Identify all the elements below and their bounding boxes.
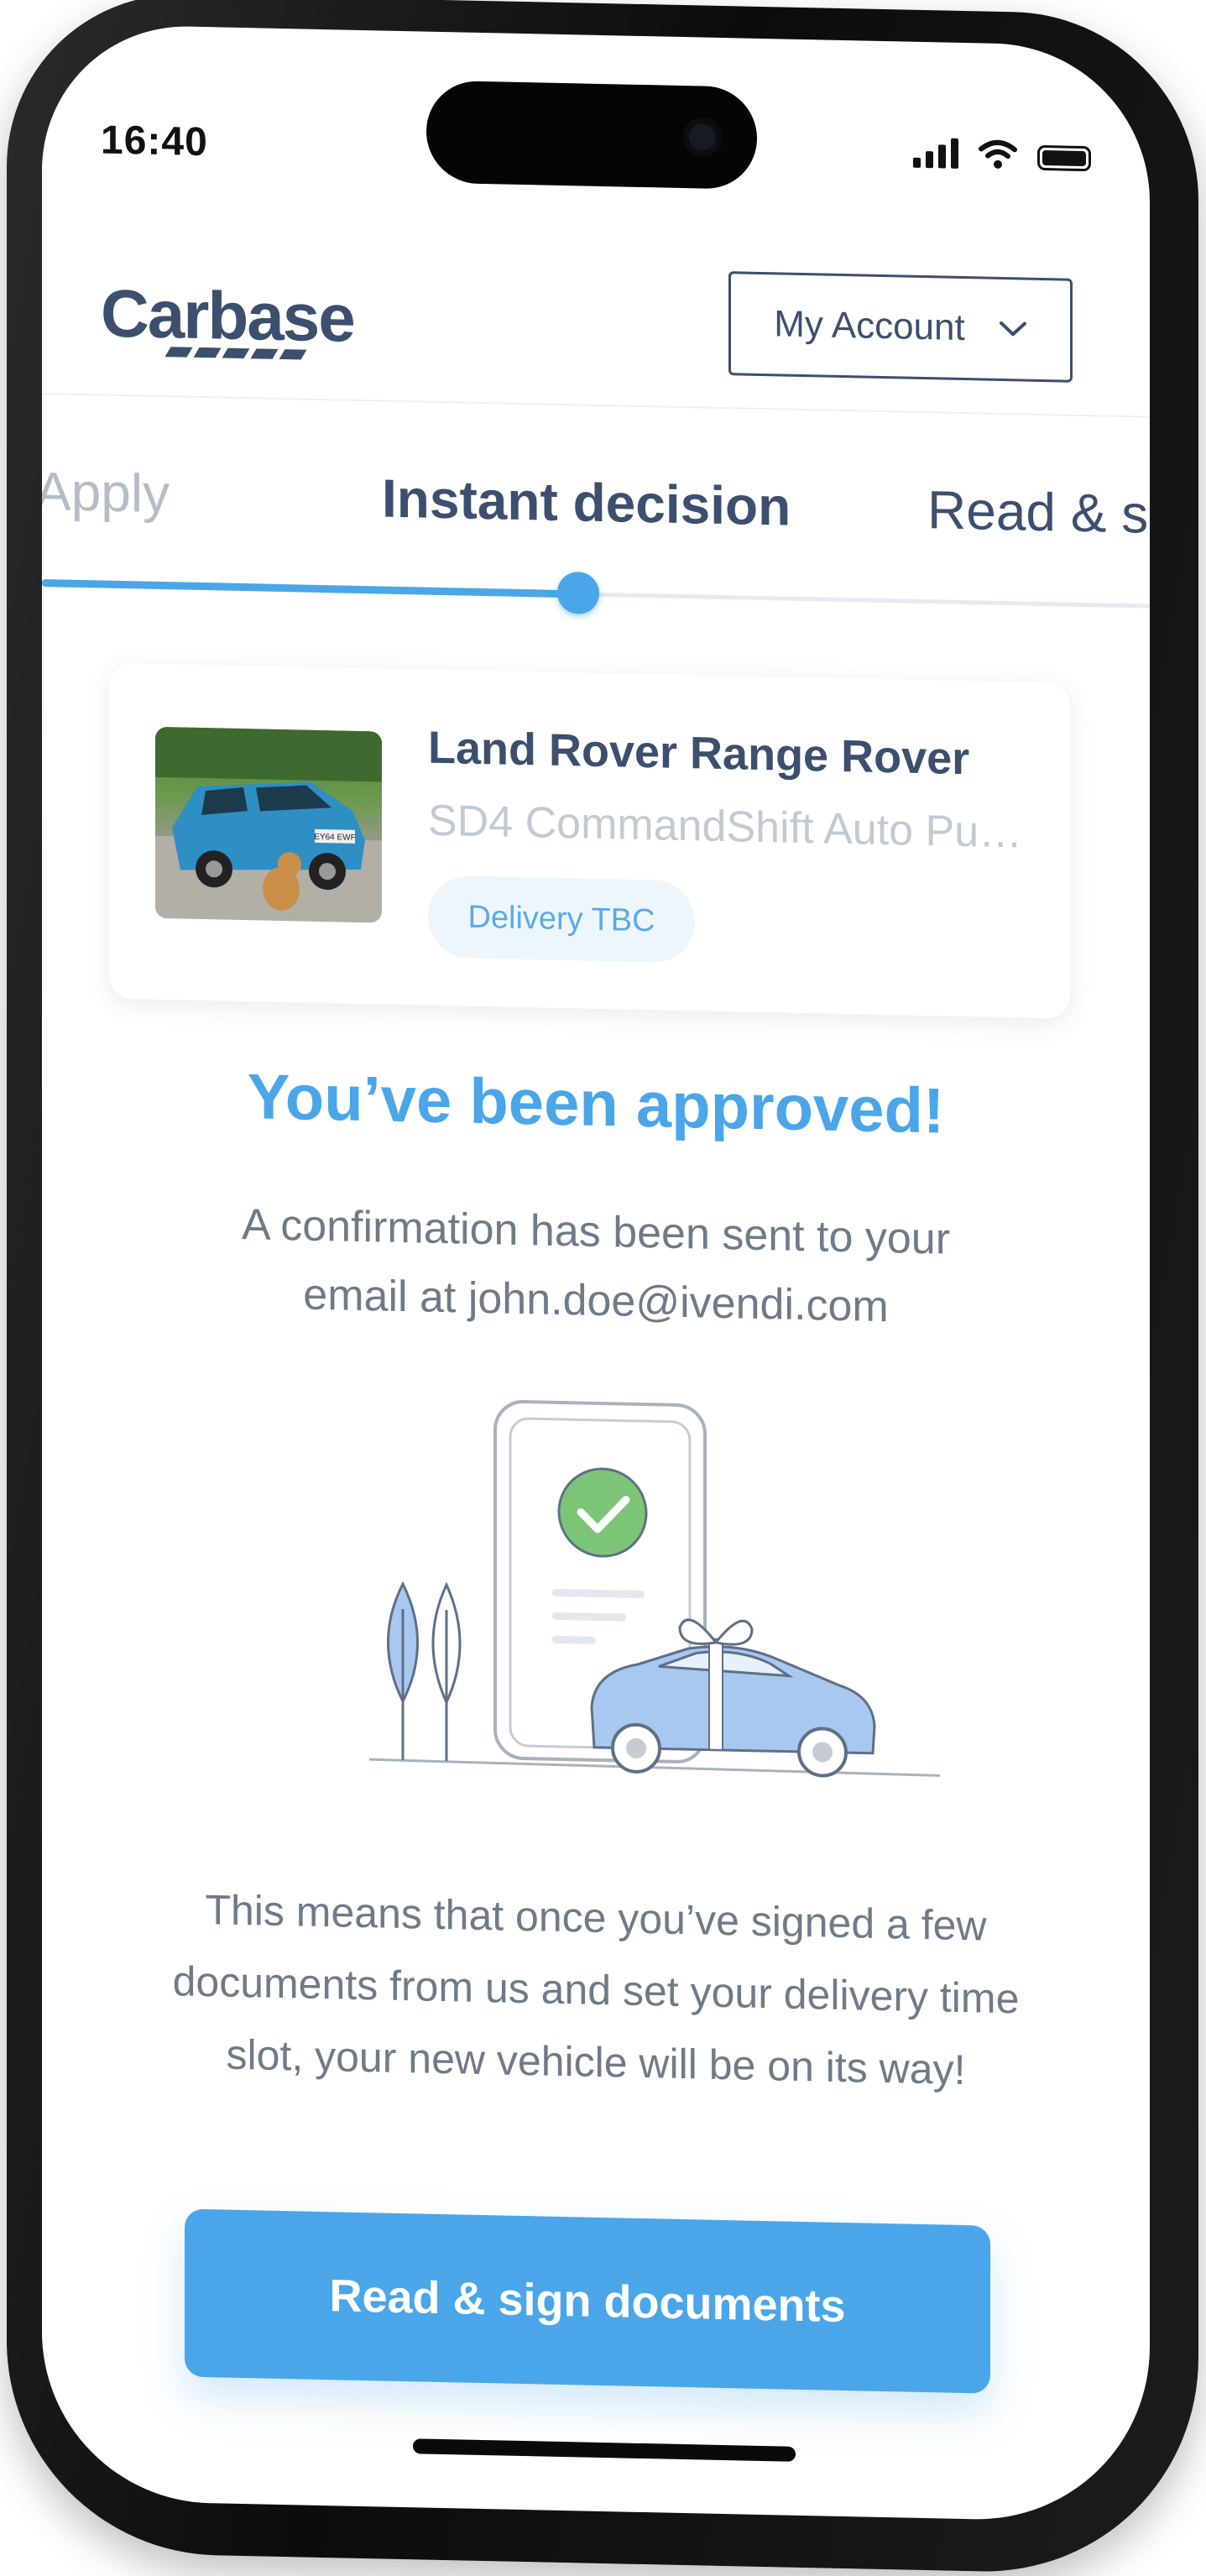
explanation-text: This means that once you’ve signed a few… [172, 1886, 1020, 2094]
delivery-status-badge: Delivery TBC [428, 875, 695, 964]
step-instant-decision[interactable]: Instant decision [382, 467, 791, 537]
step-apply[interactable]: Apply [42, 460, 170, 525]
confirmation-text: A confirmation has been sent to your ema… [241, 1199, 951, 1332]
status-time: 16:40 [101, 118, 208, 165]
progress-current-dot [557, 571, 599, 614]
cellular-signal-icon [913, 136, 958, 169]
approval-headline: You’ve been approved! [247, 1061, 945, 1147]
phone-screen: 16:40 Carbase My Account Apply Instant d… [42, 24, 1150, 2523]
tree-icon [387, 1581, 462, 1762]
wifi-icon [979, 139, 1017, 169]
app-header: Carbase My Account [42, 208, 1150, 418]
vehicle-subtitle: SD4 CommandShift Auto Pu… [428, 796, 1023, 858]
dynamic-island [426, 80, 757, 190]
chevron-down-icon [999, 321, 1026, 337]
vehicle-card[interactable]: EY64 EWF Land Rover Range Rover SD4 Comm… [109, 662, 1070, 1019]
progress-fill [42, 579, 579, 598]
battery-icon [1037, 144, 1091, 172]
progress-steps: Apply Instant decision Read & si [42, 393, 1150, 626]
approval-illustration [369, 1400, 940, 1778]
vehicle-title: Land Rover Range Rover [428, 722, 970, 785]
camera-lens [683, 118, 722, 157]
my-account-dropdown[interactable]: My Account [728, 271, 1073, 383]
brand-name: Carbase [101, 275, 354, 356]
vehicle-photo: EY64 EWF [155, 726, 382, 923]
my-account-label: My Account [774, 303, 965, 349]
read-and-sign-button[interactable]: Read & sign documents [185, 2208, 990, 2394]
phone-frame: 16:40 Carbase My Account Apply Instant d… [7, 0, 1198, 2576]
brand-logo[interactable]: Carbase [101, 274, 354, 360]
svg-text:EY64 EWF: EY64 EWF [314, 833, 355, 843]
home-indicator[interactable] [413, 2438, 796, 2462]
status-icons [913, 136, 1091, 172]
step-read-and-sign[interactable]: Read & si [927, 478, 1150, 546]
